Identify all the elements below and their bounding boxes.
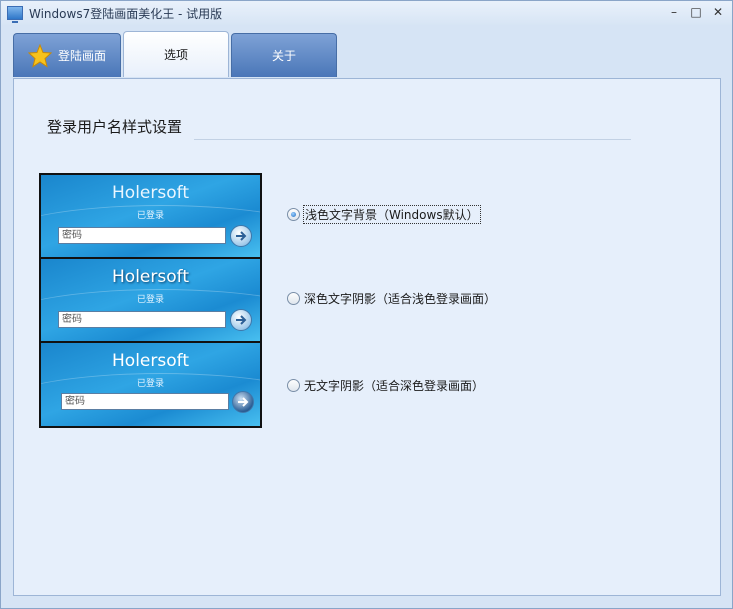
- tab-bar: 登陆画面 选项 关于: [13, 31, 339, 79]
- option-dark-shadow[interactable]: 深色文字阴影（适合浅色登录画面）: [287, 290, 496, 307]
- tab-label: 选项: [163, 48, 188, 62]
- arrow-right-icon: [230, 225, 252, 247]
- section-divider: [194, 139, 631, 140]
- preview-status: 已登录: [136, 379, 164, 389]
- minimize-button[interactable]: –: [666, 4, 682, 20]
- tab-about[interactable]: 关于: [231, 33, 337, 77]
- preview-username: Holersoft: [112, 183, 189, 203]
- window-title: Windows7登陆画面美化王 - 试用版: [29, 6, 223, 21]
- preview-username: Holersoft: [112, 351, 189, 371]
- option-no-shadow[interactable]: 无文字阴影（适合深色登录画面）: [287, 377, 484, 394]
- app-window: Windows7登陆画面美化王 - 试用版 – □ ✕ 登陆画面 选项 关于 登…: [0, 0, 733, 609]
- option-label: 浅色文字背景（Windows默认）: [303, 205, 481, 224]
- arrow-right-icon: [230, 309, 252, 331]
- preview-card-dark-shadow: Holersoft 已登录 密码: [41, 259, 260, 341]
- monitor-icon: [7, 6, 23, 23]
- radio-button[interactable]: [287, 208, 300, 221]
- option-label: 无文字阴影（适合深色登录画面）: [304, 379, 485, 393]
- options-panel: 登录用户名样式设置 Holersoft 已登录 密码 Holersoft 已登录…: [13, 78, 721, 596]
- window-controls: – □ ✕: [666, 4, 726, 20]
- preview-card-no-shadow: Holersoft 已登录 密码: [41, 343, 260, 426]
- radio-button[interactable]: [287, 292, 300, 305]
- maximize-button[interactable]: □: [688, 4, 704, 20]
- preview-password-field: 密码: [58, 227, 226, 244]
- close-button[interactable]: ✕: [710, 4, 726, 20]
- preview-password-field: 密码: [58, 311, 226, 328]
- arrow-right-icon: [232, 391, 254, 413]
- title-bar[interactable]: Windows7登陆画面美化王 - 试用版 – □ ✕: [1, 1, 732, 25]
- section-title: 登录用户名样式设置: [47, 118, 183, 136]
- option-light-background[interactable]: 浅色文字背景（Windows默认）: [287, 205, 481, 224]
- option-label: 深色文字阴影（适合浅色登录画面）: [304, 292, 497, 306]
- preview-password-field: 密码: [61, 393, 229, 410]
- radio-button[interactable]: [287, 379, 300, 392]
- preview-username: Holersoft: [112, 267, 189, 287]
- tab-label: 登陆画面: [57, 49, 106, 63]
- preview-status: 已登录: [136, 211, 164, 221]
- star-icon: [27, 43, 52, 68]
- tab-options[interactable]: 选项: [123, 31, 229, 77]
- preview-status: 已登录: [136, 295, 164, 305]
- tab-login-screen[interactable]: 登陆画面: [13, 33, 121, 77]
- login-style-preview: Holersoft 已登录 密码 Holersoft 已登录 密码 Holers…: [39, 173, 262, 428]
- tab-label: 关于: [271, 49, 296, 63]
- preview-card-light-background: Holersoft 已登录 密码: [41, 175, 260, 257]
